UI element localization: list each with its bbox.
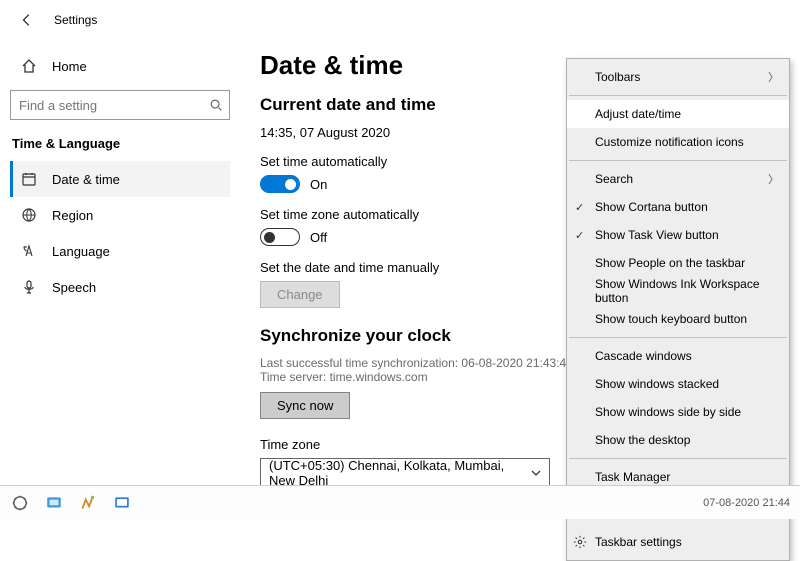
cm-toolbars[interactable]: Toolbars 〉 <box>567 63 789 91</box>
globe-icon <box>20 207 38 223</box>
auto-time-state: On <box>310 177 327 192</box>
chevron-right-icon: 〉 <box>768 69 779 85</box>
cm-show-desktop[interactable]: Show the desktop <box>567 426 789 454</box>
timezone-dropdown[interactable]: (UTC+05:30) Chennai, Kolkata, Mumbai, Ne… <box>260 458 550 488</box>
window-title: Settings <box>54 13 97 27</box>
gear-icon <box>573 535 587 549</box>
window-header: Settings <box>0 0 800 40</box>
cm-label: Toolbars <box>595 70 640 84</box>
cm-label: Show Windows Ink Workspace button <box>595 277 777 305</box>
cm-customize-icons[interactable]: Customize notification icons <box>567 128 789 156</box>
clock-calendar-icon <box>20 171 38 187</box>
cm-label: Search <box>595 172 633 186</box>
cm-label: Show windows side by side <box>595 405 741 419</box>
taskbar: 07-08-2020 21:44 <box>0 485 800 519</box>
language-icon <box>20 243 38 259</box>
timezone-value: (UTC+05:30) Chennai, Kolkata, Mumbai, Ne… <box>269 458 531 488</box>
cm-cascade[interactable]: Cascade windows <box>567 342 789 370</box>
cm-show-touch[interactable]: Show touch keyboard button <box>567 305 789 333</box>
cm-label: Show windows stacked <box>595 377 719 391</box>
microphone-icon <box>20 279 38 295</box>
cm-adjust-date-time[interactable]: Adjust date/time <box>567 100 789 128</box>
sidebar: Home Time & Language Date & time Region <box>0 40 240 485</box>
cm-label: Adjust date/time <box>595 107 681 121</box>
nav-home-label: Home <box>52 59 87 74</box>
change-button: Change <box>260 281 340 308</box>
separator <box>569 458 787 459</box>
taskbar-app-icon-2[interactable] <box>44 493 64 513</box>
cm-show-people[interactable]: Show People on the taskbar <box>567 249 789 277</box>
cm-label: Show Cortana button <box>595 200 708 214</box>
auto-zone-toggle[interactable] <box>260 228 300 246</box>
cm-label: Show touch keyboard button <box>595 312 747 326</box>
auto-time-toggle[interactable] <box>260 175 300 193</box>
cm-label: Customize notification icons <box>595 135 744 149</box>
home-icon <box>20 58 38 74</box>
sidebar-item-date-time[interactable]: Date & time <box>10 161 230 197</box>
nav-home[interactable]: Home <box>10 48 230 84</box>
cm-label: Show People on the taskbar <box>595 256 745 270</box>
cm-label: Show Task View button <box>595 228 719 242</box>
taskbar-app-icon-4[interactable] <box>112 493 132 513</box>
sidebar-item-label: Language <box>52 244 110 259</box>
taskbar-app-icon-3[interactable] <box>78 493 98 513</box>
back-button[interactable] <box>18 11 36 29</box>
sidebar-item-speech[interactable]: Speech <box>10 269 230 305</box>
cm-label: Task Manager <box>595 470 670 484</box>
auto-zone-state: Off <box>310 230 327 245</box>
search-input[interactable] <box>11 91 229 119</box>
check-icon: ✓ <box>575 201 584 214</box>
cm-show-cortana[interactable]: ✓ Show Cortana button <box>567 193 789 221</box>
cm-label: Show the desktop <box>595 433 690 447</box>
chevron-down-icon <box>531 468 541 478</box>
cm-label: Cascade windows <box>595 349 692 363</box>
separator <box>569 95 787 96</box>
taskbar-clock[interactable]: 07-08-2020 21:44 <box>703 497 790 509</box>
taskbar-app-icon-1[interactable] <box>10 493 30 513</box>
check-icon: ✓ <box>575 229 584 242</box>
separator <box>569 160 787 161</box>
cm-show-taskview[interactable]: ✓ Show Task View button <box>567 221 789 249</box>
sidebar-item-label: Region <box>52 208 93 223</box>
sidebar-item-label: Date & time <box>52 172 120 187</box>
sidebar-category: Time & Language <box>10 130 230 161</box>
sidebar-item-region[interactable]: Region <box>10 197 230 233</box>
cm-label: Taskbar settings <box>595 535 682 549</box>
sync-now-button[interactable]: Sync now <box>260 392 350 419</box>
search-icon <box>209 98 223 112</box>
cm-search[interactable]: Search 〉 <box>567 165 789 193</box>
sidebar-item-label: Speech <box>52 280 96 295</box>
search-input-wrap[interactable] <box>10 90 230 120</box>
chevron-right-icon: 〉 <box>768 171 779 187</box>
cm-show-ink[interactable]: Show Windows Ink Workspace button <box>567 277 789 305</box>
cm-taskbar-settings[interactable]: Taskbar settings <box>567 528 789 556</box>
cm-stacked[interactable]: Show windows stacked <box>567 370 789 398</box>
sidebar-item-language[interactable]: Language <box>10 233 230 269</box>
separator <box>569 337 787 338</box>
cm-side-by-side[interactable]: Show windows side by side <box>567 398 789 426</box>
